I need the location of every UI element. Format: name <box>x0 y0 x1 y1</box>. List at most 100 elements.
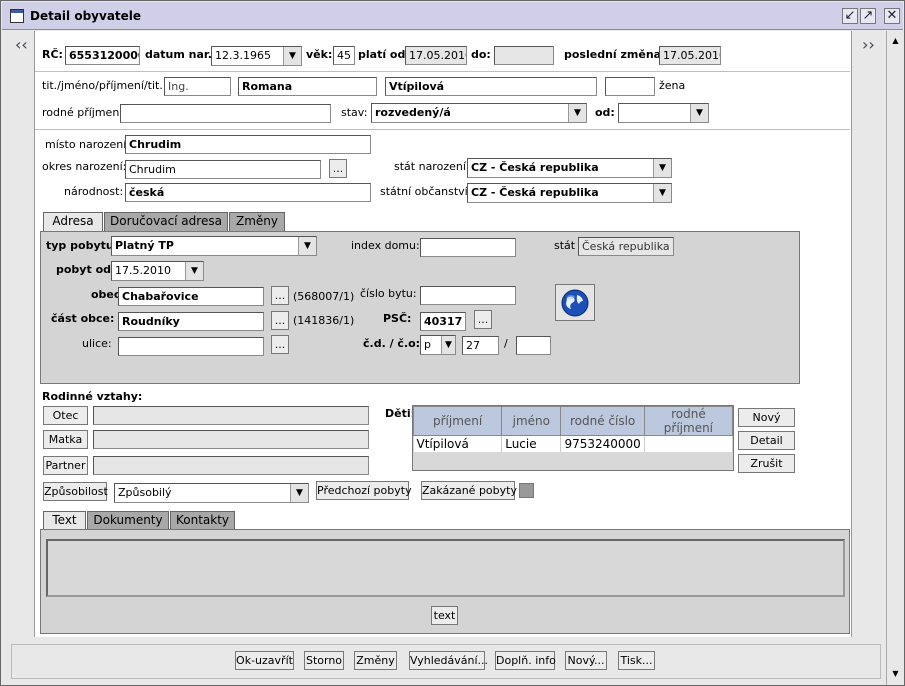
birth-state-select[interactable]: CZ - Česká republika ▼ <box>467 158 672 178</box>
forbidden-stays-indicator-icon <box>519 483 534 498</box>
cell-surname: Vtípilová <box>413 435 503 452</box>
additional-info-button[interactable]: Doplň. info <box>495 651 556 670</box>
family-label: Rodinné vztahy: <box>42 390 143 403</box>
chevron-down-icon[interactable]: ▼ <box>298 237 316 255</box>
age-field[interactable]: 45 <box>333 46 355 65</box>
valid-to-field <box>494 46 554 65</box>
minimize-icon[interactable]: ↙ <box>842 8 858 24</box>
scroll-down-icon[interactable]: ▼ <box>888 667 903 681</box>
municipality-browse-button[interactable]: ... <box>271 286 289 305</box>
psc-field[interactable]: 40317 <box>420 312 466 331</box>
tab-changes[interactable]: Změny <box>229 212 285 231</box>
chevron-down-icon[interactable]: ▼ <box>185 262 203 280</box>
tab-address[interactable]: Adresa <box>43 212 103 231</box>
chevron-down-icon[interactable]: ▼ <box>568 104 586 122</box>
psc-label: PSČ: <box>383 312 412 325</box>
print-button[interactable]: Tisk... <box>618 651 655 670</box>
flat-number-label: číslo bytu: <box>360 287 417 300</box>
vertical-scrollbar[interactable]: ▲ ▼ <box>886 31 904 685</box>
house-number-field[interactable]: 27 <box>462 336 499 355</box>
forbidden-stays-button[interactable]: Zakázané pobyty <box>421 481 517 500</box>
chevron-down-icon[interactable]: ▼ <box>690 104 708 122</box>
nationality-field[interactable]: česká <box>125 183 371 202</box>
previous-stays-button[interactable]: Předchozí pobyty <box>316 481 412 500</box>
marital-status-select[interactable]: rozvedený/á ▼ <box>371 103 587 123</box>
separator <box>35 71 850 72</box>
maximize-icon[interactable]: ↗ <box>860 8 876 24</box>
rc-field[interactable]: 6553120000 <box>65 46 140 65</box>
table-row[interactable]: Vtípilová Lucie 9753240000 <box>413 435 734 452</box>
tab-text[interactable]: Text <box>43 511 86 530</box>
new-child-button[interactable]: Nový <box>738 408 795 427</box>
chevron-down-icon[interactable]: ▼ <box>653 184 671 202</box>
maiden-name-field[interactable] <box>120 104 331 123</box>
title-before-field[interactable]: Ing. <box>164 77 231 96</box>
stay-type-value: Platný TP <box>115 239 174 252</box>
father-field <box>93 406 369 425</box>
status-since-label: od: <box>595 106 615 119</box>
chevron-down-icon[interactable]: ▼ <box>653 159 671 177</box>
chevron-down-icon[interactable]: ▼ <box>283 47 301 65</box>
text-button[interactable]: text <box>431 606 458 625</box>
house-number-type-select[interactable]: p ▼ <box>420 335 456 355</box>
ok-close-button[interactable]: Ok-uzavřít <box>235 651 294 670</box>
changes-button[interactable]: Změny <box>354 651 397 670</box>
part-field[interactable]: Roudníky <box>118 312 264 331</box>
street-browse-button[interactable]: ... <box>271 335 289 354</box>
valid-from-label: platí od: <box>358 48 410 61</box>
street-field[interactable] <box>118 337 264 356</box>
age-label: věk: <box>306 48 333 61</box>
search-button[interactable]: Vyhledávání... <box>409 651 488 670</box>
psc-browse-button[interactable]: ... <box>474 310 492 329</box>
birth-district-field[interactable]: Chrudim <box>125 160 321 179</box>
mother-button[interactable]: Matka <box>43 430 88 449</box>
close-icon[interactable]: ✕ <box>884 8 900 24</box>
stay-from-label: pobyt od: <box>56 263 116 276</box>
new-button[interactable]: Nový... <box>565 651 607 670</box>
column-first-name[interactable]: jméno <box>501 406 562 436</box>
flat-number-field[interactable] <box>420 286 516 305</box>
chevron-right-icon[interactable]: ›› <box>862 35 875 54</box>
part-browse-button[interactable]: ... <box>271 311 289 330</box>
father-button[interactable]: Otec <box>43 406 88 425</box>
title-after-field[interactable] <box>605 77 655 96</box>
capability-select[interactable]: Způsobilý ▼ <box>114 483 309 503</box>
cell-first-name: Lucie <box>501 435 562 452</box>
status-since-picker[interactable]: ▼ <box>618 103 709 123</box>
stay-type-select[interactable]: Platný TP ▼ <box>111 236 317 256</box>
cancel-button[interactable]: Storno <box>304 651 344 670</box>
stay-from-value: 17.5.2010 <box>115 264 171 277</box>
citizenship-label: státní občanství: <box>380 185 472 198</box>
partner-button[interactable]: Partner <box>43 456 88 475</box>
map-button[interactable] <box>555 284 595 321</box>
tab-delivery-address[interactable]: Doručovací adresa <box>104 212 228 231</box>
scroll-up-icon[interactable]: ▲ <box>888 34 903 48</box>
column-birth-number[interactable]: rodné číslo <box>560 406 645 436</box>
note-textarea[interactable] <box>46 539 845 597</box>
chevron-down-icon[interactable]: ▼ <box>290 484 308 502</box>
child-detail-button[interactable]: Detail <box>738 431 795 450</box>
column-maiden-name[interactable]: rodné příjmení <box>643 406 734 436</box>
chevron-down-icon[interactable]: ▼ <box>441 336 455 354</box>
capability-button[interactable]: Způsobilost <box>43 482 108 501</box>
birth-state-label: stát narození: <box>394 160 470 173</box>
last-change-label: poslední změna: <box>564 48 666 61</box>
remove-child-button[interactable]: Zrušit <box>738 454 795 473</box>
municipality-code: (568007/1) <box>293 290 355 303</box>
children-table[interactable]: příjmení jméno rodné číslo rodné příjmen… <box>412 405 734 471</box>
first-name-field[interactable]: Romana <box>238 77 377 96</box>
birth-place-field[interactable]: Chrudim <box>125 135 371 154</box>
tab-documents[interactable]: Dokumenty <box>87 511 169 530</box>
district-browse-button[interactable]: ... <box>329 159 347 178</box>
tab-contacts[interactable]: Kontakty <box>170 511 235 530</box>
house-index-field[interactable] <box>420 238 516 257</box>
stay-from-picker[interactable]: 17.5.2010 ▼ <box>111 261 204 281</box>
cell-birth-number: 9753240000 <box>560 435 645 452</box>
citizenship-select[interactable]: CZ - Česká republika ▼ <box>467 183 672 203</box>
column-surname[interactable]: příjmení <box>412 406 503 436</box>
last-name-field[interactable]: Vtípilová <box>385 77 597 96</box>
chevron-left-icon[interactable]: ‹‹ <box>15 35 28 54</box>
birth-date-picker[interactable]: 12.3.1965 ▼ <box>211 46 302 66</box>
municipality-field[interactable]: Chabařovice <box>118 287 264 306</box>
orientation-number-field[interactable] <box>516 336 551 355</box>
